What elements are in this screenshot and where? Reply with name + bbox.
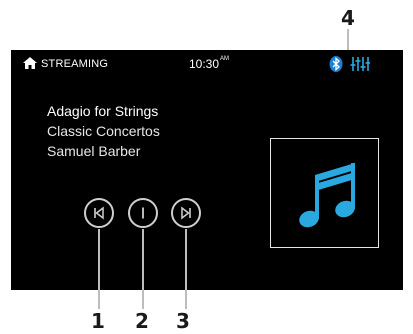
track-title: Adagio for Strings [47, 103, 159, 119]
clock: 10:30AM [189, 56, 230, 71]
clock-ampm: AM [220, 56, 230, 62]
callout-2: 2 [135, 309, 149, 333]
music-note-icon [299, 163, 355, 228]
status-bar: STREAMING 10:30AM [11, 50, 403, 76]
track-info: Adagio for Strings Classic Concertos Sam… [47, 101, 160, 161]
bluetooth-icon [329, 56, 343, 72]
callout-1: 1 [91, 309, 105, 333]
head-unit-screen: STREAMING 10:30AM Adagio for Strings Cla… [11, 50, 403, 290]
album-name: Classic Concertos [47, 123, 160, 139]
callout-1-leader [98, 229, 100, 309]
home-icon[interactable] [23, 57, 37, 69]
play-pause-icon [142, 207, 144, 219]
source-title: STREAMING [41, 58, 109, 70]
callout-4: 4 [341, 6, 355, 30]
artist-name: Samuel Barber [47, 143, 141, 159]
skip-previous-icon [94, 206, 104, 220]
skip-next-icon [181, 206, 191, 220]
next-track-button[interactable] [171, 198, 201, 228]
callout-3-leader [185, 229, 187, 309]
previous-track-button[interactable] [84, 198, 114, 228]
album-art [270, 138, 379, 248]
callout-3: 3 [176, 309, 190, 333]
play-pause-button[interactable] [128, 198, 158, 228]
callout-2-leader [142, 229, 144, 309]
equalizer-icon[interactable] [350, 56, 370, 72]
